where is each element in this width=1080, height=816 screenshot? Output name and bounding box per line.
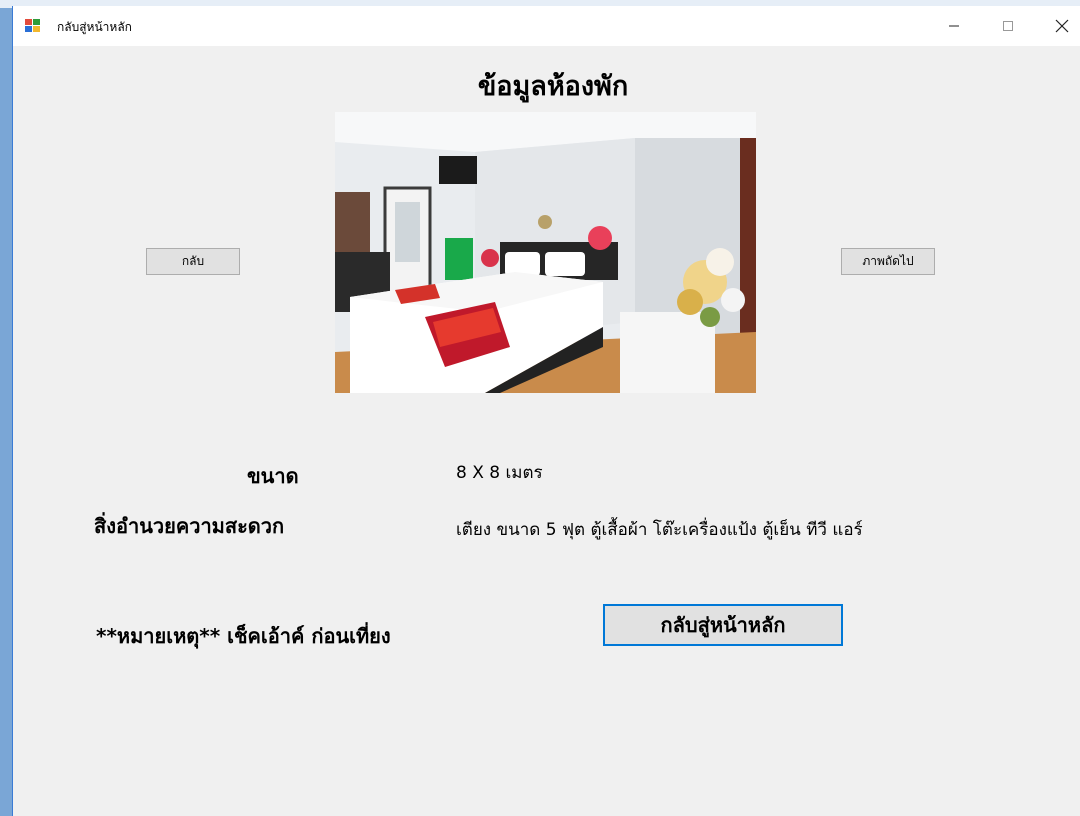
page-title: ข้อมูลห้องพัก [477, 71, 629, 102]
close-icon [1055, 19, 1069, 33]
checkout-note: **หมายเหตุ** เช็คเอ้าค์ ก่อนเที่ยง [96, 624, 391, 648]
back-to-main-button[interactable]: กลับสู่หน้าหลัก [603, 604, 843, 646]
app-window: กลับสู่หน้าหลัก ข้อมูลห้องพัก กลับ ภาพถั… [12, 6, 1080, 816]
size-label: ขนาด [247, 464, 299, 488]
size-value: 8 X 8 เมตร [456, 463, 543, 483]
close-button[interactable] [1039, 6, 1080, 46]
maximize-button[interactable] [985, 6, 1031, 46]
room-photo [335, 112, 756, 393]
minimize-button[interactable] [931, 6, 977, 46]
app-icon [25, 19, 40, 32]
title-bar: กลับสู่หน้าหลัก [13, 6, 1080, 46]
bedroom-photo-icon [335, 112, 756, 393]
window-title: กลับสู่หน้าหลัก [57, 20, 132, 34]
next-image-button[interactable]: ภาพถัดไป [841, 248, 935, 275]
back-button[interactable]: กลับ [146, 248, 240, 275]
amenities-value: เตียง ขนาด 5 ฟุต ตู้เสื้อผ้า โต๊ะเครื่อง… [456, 520, 863, 540]
amenities-label: สิ่งอำนวยความสะดวก [94, 514, 285, 538]
maximize-icon [1003, 21, 1013, 31]
minimize-icon [949, 25, 959, 27]
